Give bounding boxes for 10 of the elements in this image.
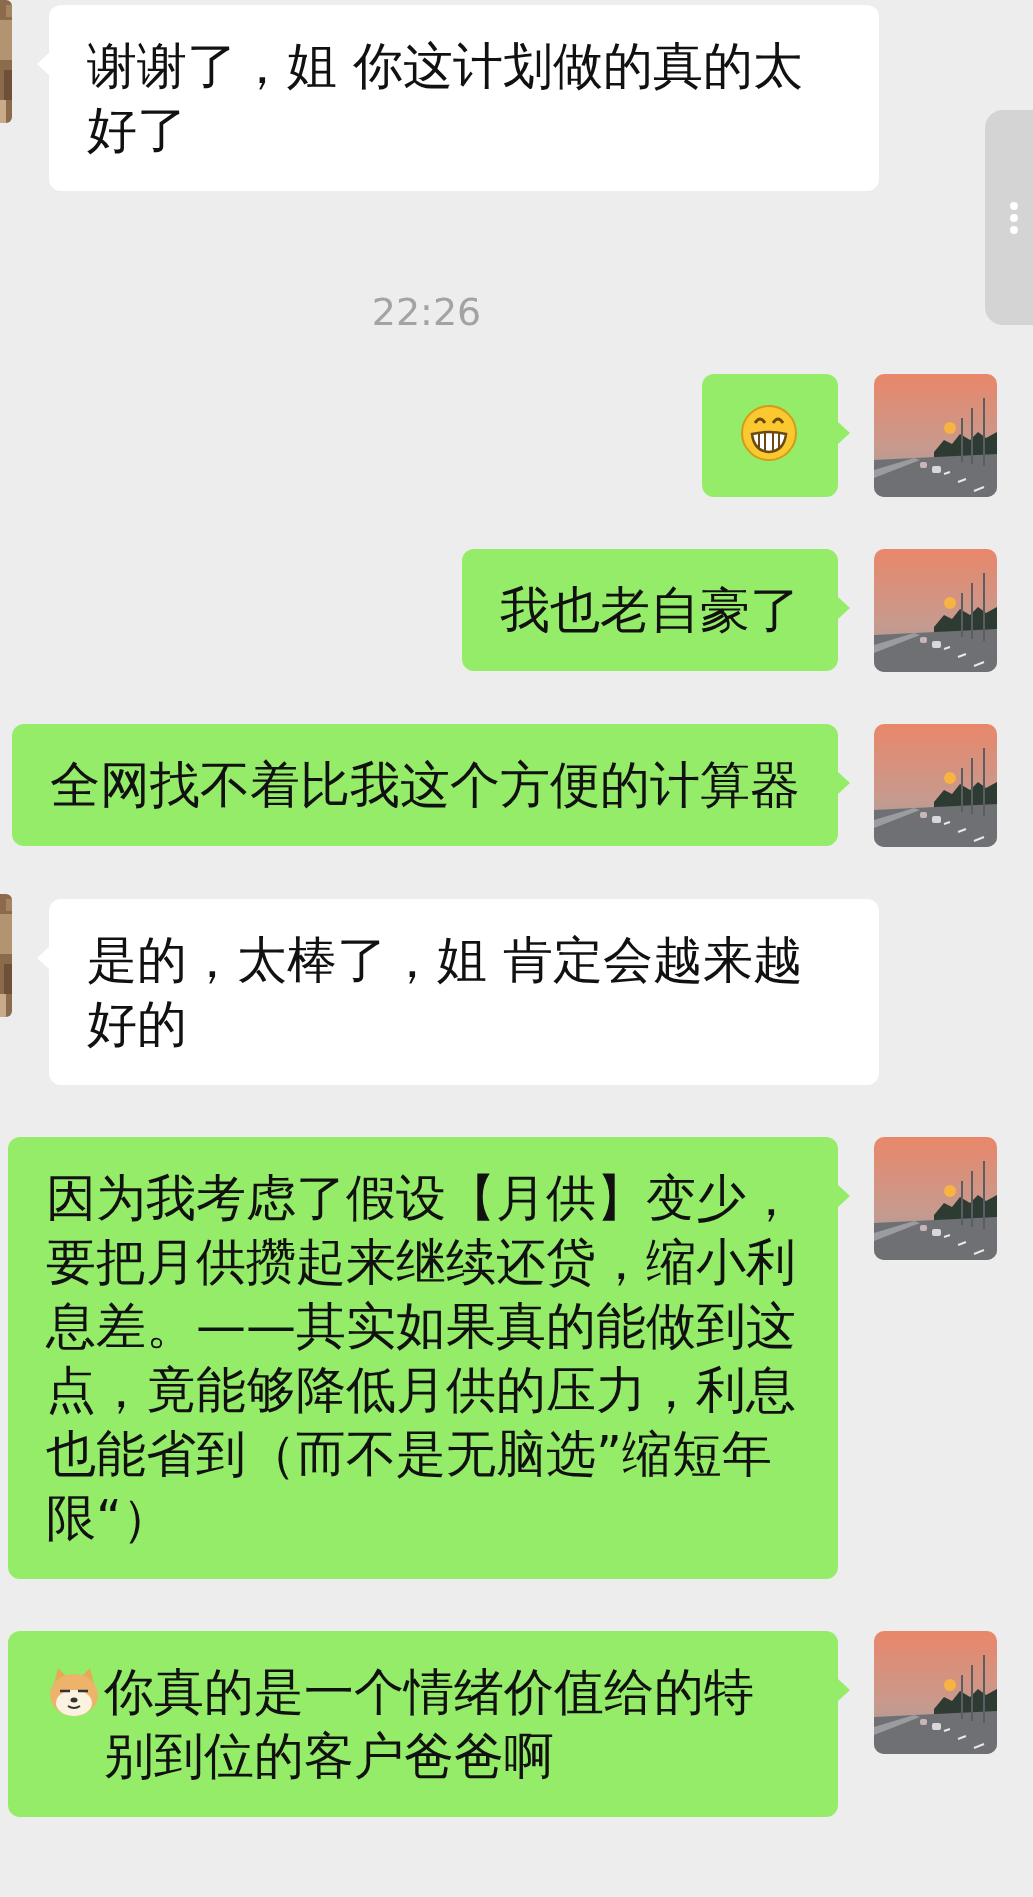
message-text: 全网找不着比我这个方便的计算器 (50, 756, 800, 814)
message-text: 我也老自豪了 (500, 581, 800, 639)
message-text: 你真的是一个情绪价值给的特别到位的客户爸爸啊 (104, 1662, 755, 1787)
timestamp: 22:26 (371, 290, 482, 334)
more-icon[interactable] (1008, 200, 1020, 235)
message-text: 因为我考虑了假设【月供】变少，要把月供攒起来继续还贷，缩小利息差。——其实如果真的能做到这点，竟能够降低月供的压力，利息也能省到（而不是无脑选”缩短年限“） (46, 1169, 796, 1547)
side-handle[interactable] (985, 110, 1033, 325)
message-text: 是的，太棒了，姐 肯定会越来越好的 (87, 931, 803, 1053)
grinning-face-icon (740, 403, 798, 461)
message-text: 谢谢了，姐 你这计划做的真的太好了 (87, 37, 803, 159)
